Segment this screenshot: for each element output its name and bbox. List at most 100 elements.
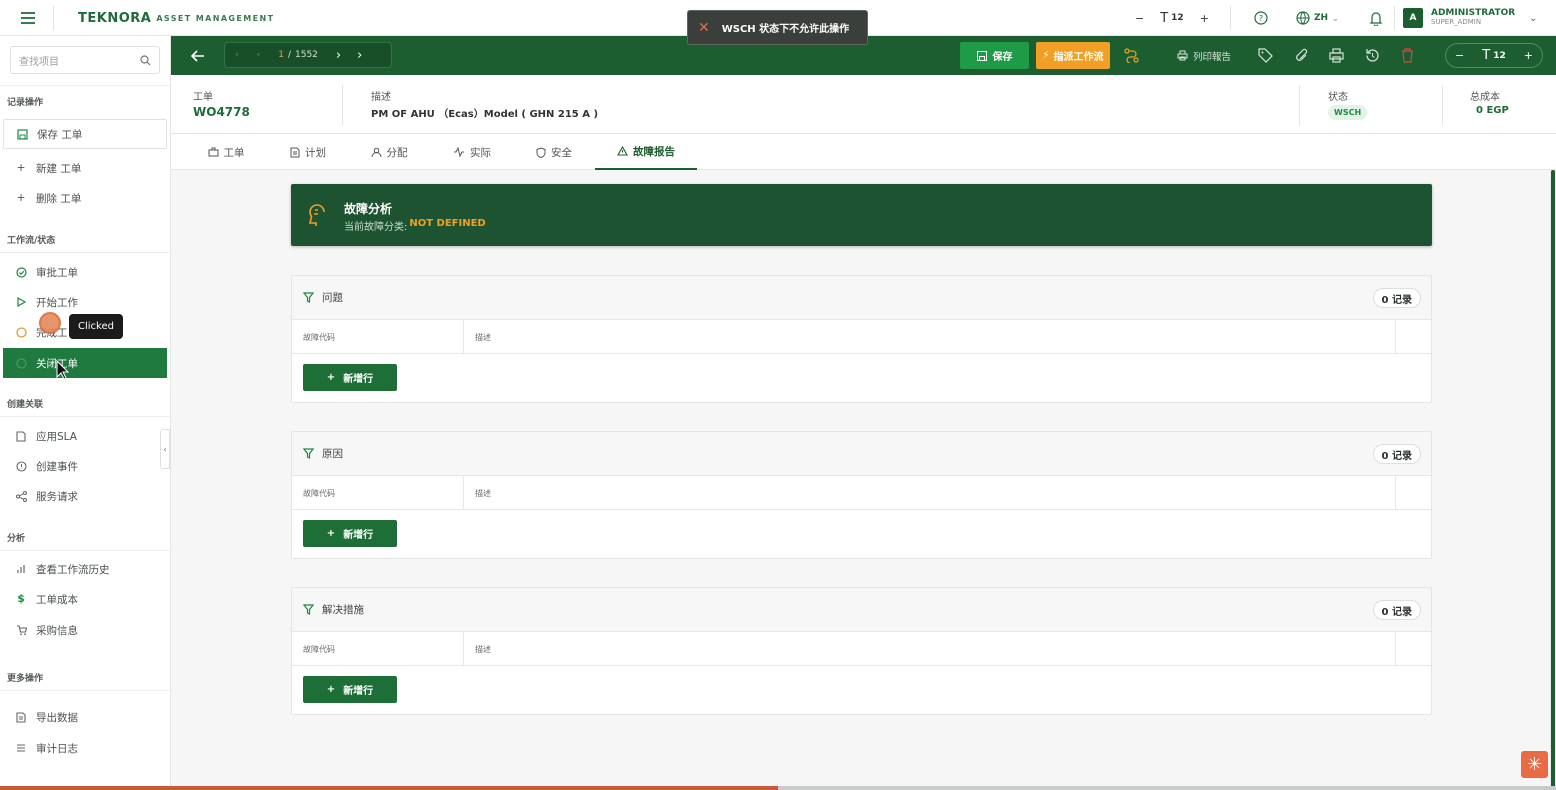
notification-bell-icon[interactable]	[1369, 0, 1383, 36]
progress-fill	[0, 786, 778, 790]
sidebar-item-delete[interactable]: + 删除 工单	[3, 183, 167, 213]
warning-icon	[617, 146, 628, 156]
add-row-button[interactable]: + 新增行	[303, 520, 397, 547]
sidebar-item-start[interactable]: 开始工作	[3, 287, 167, 317]
document-icon	[15, 430, 27, 442]
font-decrease-button[interactable]: −	[1455, 49, 1464, 62]
user-menu[interactable]: A ADMINISTRATOR SUPER_ADMIN ⌄	[1403, 0, 1538, 36]
font-increase-button[interactable]: +	[1200, 12, 1209, 25]
failure-class-value: NOT DEFINED	[409, 218, 486, 229]
filter-icon	[303, 292, 314, 303]
column-header-desc: 描述	[475, 489, 491, 498]
back-arrow-icon[interactable]	[191, 36, 205, 75]
prev-page-icon[interactable]: ‹	[257, 50, 261, 60]
printer-icon[interactable]	[1329, 48, 1344, 63]
sidebar-item-service[interactable]: 服务请求	[3, 481, 167, 511]
plus-icon: +	[16, 192, 26, 204]
tag-icon[interactable]	[1258, 48, 1273, 63]
add-row-button[interactable]: + 新增行	[303, 364, 397, 391]
sidebar-item-incident[interactable]: 创建事件	[3, 451, 167, 481]
alert-circle-icon	[15, 460, 27, 472]
column-header-code: 故障代码	[303, 645, 335, 654]
column-header-code: 故障代码	[303, 333, 335, 342]
desc-value: PM OF AHU （Ecas）Model ( GHN 215 A )	[371, 109, 599, 120]
help-icon[interactable]: ?	[1254, 0, 1268, 36]
sidebar-item-export[interactable]: 导出数据	[3, 702, 167, 732]
dispatch-workflow-button[interactable]: ⚡ 指派工作流	[1036, 42, 1110, 69]
sidebar-item-approve[interactable]: 审批工单	[3, 257, 167, 287]
sidebar-collapse-button[interactable]: ‹	[160, 429, 170, 469]
click-tooltip: Clicked	[69, 314, 123, 339]
page-current[interactable]: 1	[278, 50, 284, 60]
tab-assign[interactable]: 分配	[364, 134, 414, 170]
print-report-button[interactable]: 列印報告	[1177, 36, 1231, 75]
sidebar: 查找项目 记录操作 保存 工单 + 新建 工单 + 删除 工单 工作流/状态 审批工…	[0, 36, 171, 790]
first-page-icon[interactable]: ‹	[235, 50, 239, 60]
list-icon	[15, 742, 27, 754]
tab-plan[interactable]: 计划	[283, 134, 333, 170]
svg-text:?: ?	[1259, 14, 1263, 23]
route-icon[interactable]	[1124, 48, 1139, 63]
tab-work-order[interactable]: 工单	[201, 134, 251, 170]
column-header-desc: 描述	[475, 645, 491, 654]
briefcase-icon	[208, 147, 218, 157]
paperclip-icon[interactable]	[1294, 48, 1309, 63]
sidebar-item-save[interactable]: 保存 工单	[3, 119, 167, 149]
page-total: 1552	[295, 50, 318, 60]
assistant-launcher-icon[interactable]: ✳	[1521, 751, 1548, 778]
font-size-control: − T 12 +	[1445, 43, 1543, 68]
search-input[interactable]: 查找项目	[10, 46, 160, 74]
clock-icon	[15, 326, 27, 338]
share-icon	[15, 490, 27, 502]
last-page-icon[interactable]: ›	[357, 48, 362, 63]
bar-chart-icon	[15, 563, 27, 575]
tab-actual[interactable]: 实际	[447, 134, 497, 170]
search-icon	[140, 54, 151, 65]
plus-icon: +	[326, 528, 336, 539]
desc-label: 描述	[371, 92, 391, 103]
sidebar-item-new[interactable]: + 新建 工单	[3, 153, 167, 183]
status-label: 状态	[1328, 92, 1348, 103]
trash-icon[interactable]	[1400, 48, 1415, 63]
hamburger-menu-icon[interactable]	[20, 0, 36, 36]
play-icon	[15, 296, 27, 308]
save-button[interactable]: 保存	[960, 42, 1029, 69]
problem-card: 问题 0 记录 故障代码 描述 + 新增行	[291, 275, 1432, 403]
error-toast: ✕ WSCH 状态下不允许此操作	[687, 10, 868, 45]
next-page-icon[interactable]: ›	[336, 48, 341, 63]
add-row-button[interactable]: + 新增行	[303, 676, 397, 703]
language-selector[interactable]: ZH ⌄	[1296, 0, 1339, 36]
shield-icon	[536, 146, 546, 158]
tab-safety[interactable]: 安全	[529, 134, 579, 170]
font-increase-button[interactable]: +	[1524, 49, 1533, 62]
app-logo: TEKNORA ASSET MANAGEMENT	[78, 10, 275, 26]
plus-icon: +	[326, 684, 336, 695]
close-circle-icon	[15, 357, 27, 369]
close-icon[interactable]: ✕	[698, 20, 710, 36]
plus-icon: +	[16, 162, 26, 174]
user-icon	[371, 147, 381, 157]
history-icon[interactable]	[1365, 48, 1380, 63]
sidebar-item-sla[interactable]: 应用SLA	[3, 421, 167, 451]
wo-number: WO4778	[193, 105, 250, 119]
column-header-desc: 描述	[475, 333, 491, 342]
font-decrease-button[interactable]: −	[1135, 12, 1144, 25]
globe-icon	[1296, 11, 1310, 25]
sidebar-item-audit[interactable]: 审计日志	[3, 733, 167, 763]
filter-icon	[303, 448, 314, 459]
sidebar-item-cost[interactable]: $ 工单成本	[3, 584, 167, 614]
failure-analysis-banner: 故障分析 当前故障分类: NOT DEFINED	[291, 184, 1432, 246]
record-count: 0 记录	[1372, 288, 1421, 308]
column-header-code: 故障代码	[303, 489, 335, 498]
save-icon	[16, 128, 28, 140]
scrollbar[interactable]	[1550, 170, 1556, 790]
document-icon	[15, 711, 27, 723]
section-more: 更多操作	[7, 674, 44, 684]
tab-bar: 工单 计划 分配 实际 安全 故障报告	[171, 134, 1556, 170]
sidebar-item-purchase[interactable]: 采购信息	[3, 615, 167, 645]
sidebar-item-history[interactable]: 查看工作流历史	[3, 554, 167, 584]
sidebar-item-close[interactable]: 关闭工单	[3, 348, 167, 378]
tab-failure-report[interactable]: 故障报告	[595, 134, 697, 170]
dollar-icon: $	[17, 593, 25, 605]
total-cost-label: 总成本	[1470, 92, 1500, 103]
